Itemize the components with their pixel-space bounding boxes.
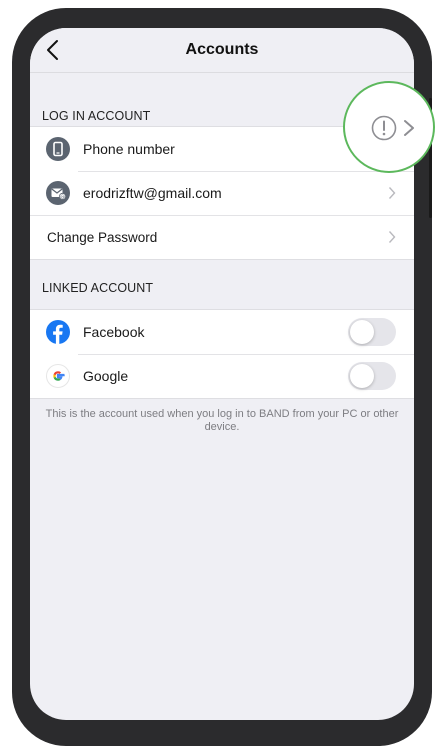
google-toggle[interactable] (348, 362, 396, 390)
facebook-row: Facebook (30, 310, 414, 354)
change-password-label: Change Password (47, 229, 158, 245)
login-section-header: LOG IN ACCOUNT (42, 109, 151, 123)
navigation-bar: Accounts (30, 28, 414, 73)
linked-section-header: LINKED ACCOUNT (42, 281, 154, 295)
chevron-right-icon (388, 231, 396, 243)
email-label: erodrizftw@gmail.com (83, 185, 222, 201)
facebook-icon (46, 320, 70, 344)
email-icon: @ (46, 181, 70, 205)
facebook-toggle[interactable] (348, 318, 396, 346)
phone-icon (46, 137, 70, 161)
chevron-right-icon (388, 187, 396, 199)
chevron-right-icon (404, 120, 414, 136)
alert-icon[interactable] (371, 115, 397, 141)
page-title: Accounts (185, 41, 259, 58)
highlight-circle (343, 81, 435, 173)
email-row[interactable]: @ erodrizftw@gmail.com (30, 171, 414, 215)
footer-note: This is the account used when you log in… (45, 408, 399, 433)
toggle-knob (350, 364, 374, 388)
linked-account-group: Facebook Google (30, 309, 414, 399)
toggle-knob (350, 320, 374, 344)
change-password-row[interactable]: Change Password (30, 215, 414, 259)
google-row: Google (30, 354, 414, 398)
svg-text:@: @ (60, 194, 65, 200)
google-icon (46, 364, 70, 388)
